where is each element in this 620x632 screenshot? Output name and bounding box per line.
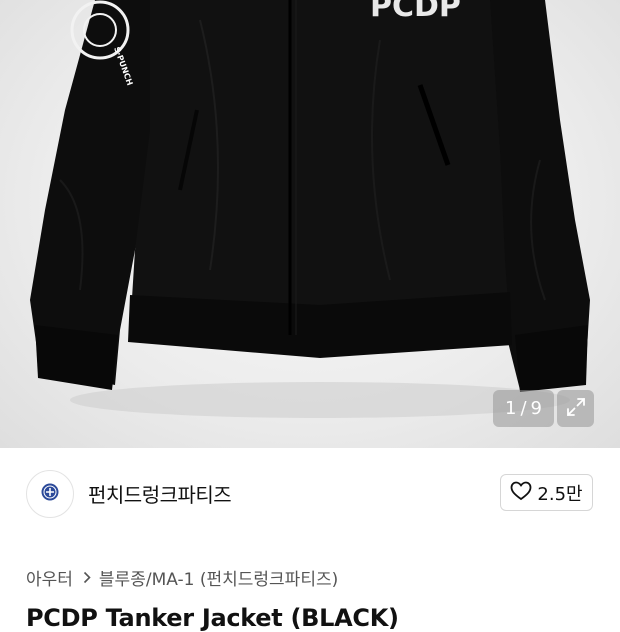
breadcrumb-item-category[interactable]: 블루종/MA-1 (펀치드렁크파티즈) xyxy=(99,565,338,590)
chevron-right-icon xyxy=(83,571,91,584)
brand-row: 펀치드렁크파티즈 2.5만 xyxy=(0,448,620,540)
image-pager: 1 / 9 xyxy=(493,390,554,427)
pager-separator: / xyxy=(520,398,527,419)
product-image[interactable]: PCDP S·PUNCH 1 / 9 xyxy=(0,0,620,448)
breadcrumb: 아우터 블루종/MA-1 (펀치드렁크파티즈) xyxy=(26,565,338,590)
chest-print-text: PCDP xyxy=(370,0,461,24)
like-button[interactable]: 2.5만 xyxy=(500,474,593,511)
pager-current: 1 xyxy=(505,398,517,419)
pager-total: 9 xyxy=(530,398,542,419)
expand-arrows-icon xyxy=(565,396,587,422)
brand-logo-icon xyxy=(40,482,60,506)
product-title: PCDP Tanker Jacket (BLACK) xyxy=(26,604,399,632)
expand-image-button[interactable] xyxy=(557,390,594,427)
like-count: 2.5만 xyxy=(537,483,583,505)
brand-name-link[interactable]: 펀치드렁크파티즈 xyxy=(88,479,232,508)
jacket-photo: PCDP S·PUNCH xyxy=(30,0,590,418)
breadcrumb-item-outer[interactable]: 아우터 xyxy=(26,565,73,590)
heart-outline-icon xyxy=(510,481,532,505)
brand-avatar[interactable] xyxy=(26,470,74,518)
